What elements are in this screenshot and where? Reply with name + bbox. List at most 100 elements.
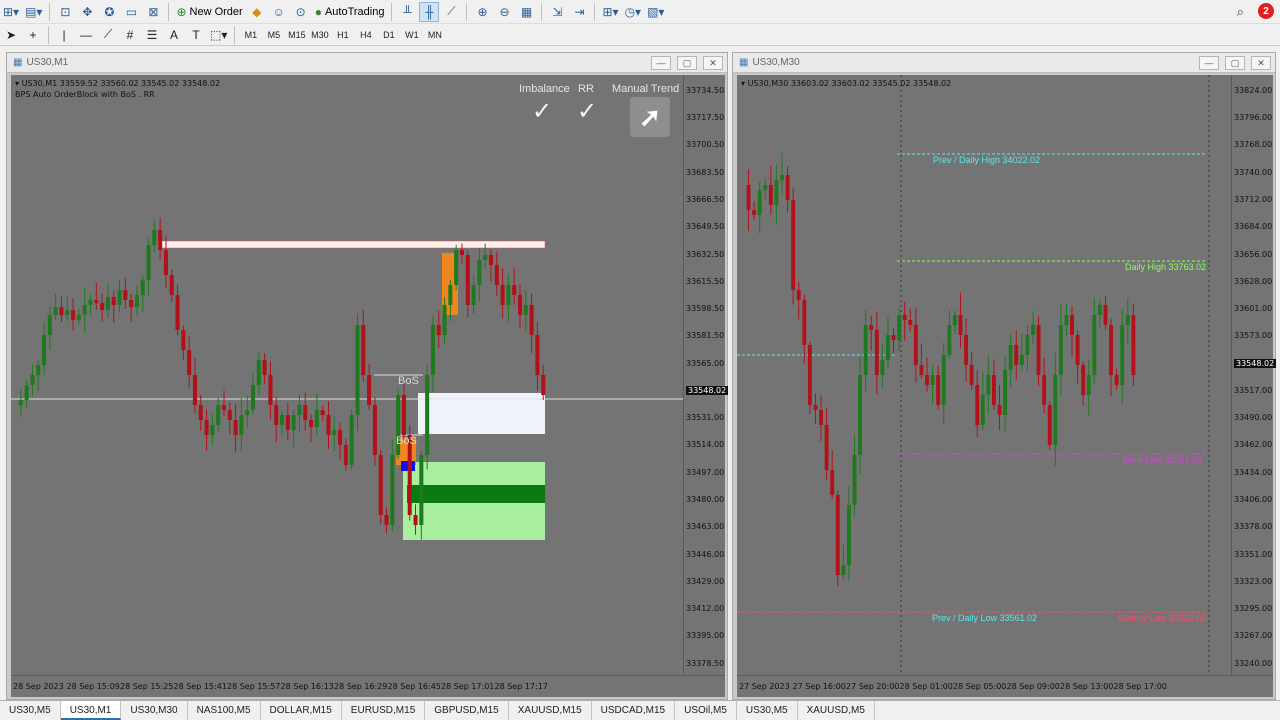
candle-body [947, 325, 952, 355]
candle-body [824, 425, 829, 470]
horizontal-line-icon[interactable]: — [76, 25, 96, 45]
candle-body [442, 305, 447, 335]
bar-chart-icon[interactable]: ╨ [397, 2, 417, 22]
candle-body [1053, 375, 1058, 445]
metaeditor-icon[interactable]: ◆ [247, 2, 267, 22]
notification-badge[interactable]: 2 [1258, 3, 1274, 19]
price-chart-area[interactable]: ▾ US30,M30 33603.02 33603.02 33545.02 33… [737, 75, 1231, 675]
close-button[interactable]: ✕ [703, 56, 723, 70]
market-watch-icon[interactable]: ⊡ [55, 2, 75, 22]
community-icon[interactable]: ☺ [269, 2, 289, 22]
tile-windows-icon[interactable]: ▦ [516, 2, 536, 22]
indicators-icon[interactable]: ⊞▾ [600, 2, 620, 22]
templates-icon[interactable]: ▧▾ [645, 2, 666, 22]
chart-tab[interactable]: XAUUSD,M5 [798, 701, 875, 720]
candle-body [969, 365, 974, 385]
price-chart-area[interactable]: ▾ US30,M1 33559.52 33560.02 33545.02 335… [11, 75, 683, 675]
price-tick-label: 33734.50 [686, 85, 725, 95]
minimize-button[interactable]: — [651, 56, 671, 70]
candle-body [419, 455, 424, 525]
terminal-icon[interactable]: ▭ [121, 2, 141, 22]
chart-tab[interactable]: US30,M5 [737, 701, 798, 720]
chart-tab[interactable]: GBPUSD,M15 [425, 701, 509, 720]
timeframe-button-m5[interactable]: M5 [262, 30, 285, 40]
timeframe-button-m15[interactable]: M15 [285, 30, 308, 40]
candle-body [274, 405, 279, 425]
imbalance-check-icon[interactable]: ✓ [532, 97, 552, 126]
shapes-icon[interactable]: ⬚▾ [208, 25, 229, 45]
chart-window-title-bar: ▦ US30,M1 — ▢ ✕ [7, 53, 727, 73]
periods-icon[interactable]: ◷▾ [623, 2, 644, 22]
timeframe-button-w1[interactable]: W1 [400, 30, 423, 40]
chart-tab[interactable]: USOil,M5 [675, 701, 737, 720]
chart-tab[interactable]: XAUUSD,M15 [509, 701, 592, 720]
manual-trend-arrow-icon[interactable]: ➚ [630, 97, 670, 137]
vertical-line-icon[interactable]: | [54, 25, 74, 45]
trendline-icon[interactable]: ⟋ [98, 25, 118, 45]
zoom-in-icon[interactable]: ⊕ [472, 2, 492, 22]
timeframe-button-h4[interactable]: H4 [354, 30, 377, 40]
candle-body [140, 280, 145, 295]
timeframe-button-m30[interactable]: M30 [308, 30, 331, 40]
zoom-out-icon[interactable]: ⊖ [494, 2, 514, 22]
chart-shift-icon[interactable]: ⇥ [569, 2, 589, 22]
crosshair-icon[interactable]: + [23, 25, 43, 45]
timeframe-button-mn[interactable]: MN [423, 30, 446, 40]
candle-body [986, 375, 991, 395]
chart-tab[interactable]: DOLLAR,M15 [261, 701, 342, 720]
data-window-icon[interactable]: ✥ [77, 2, 97, 22]
minimize-button[interactable]: — [1199, 56, 1219, 70]
cursor-icon[interactable]: ➤ [1, 25, 21, 45]
candlestick-icon[interactable]: ╫ [419, 1, 440, 22]
chart-tab[interactable]: USDCAD,M15 [592, 701, 676, 720]
candle-body [1025, 335, 1030, 355]
new-order-button[interactable]: ⊕ New Order [174, 2, 244, 22]
rr-check-icon[interactable]: ✓ [577, 97, 597, 126]
autoscroll-icon[interactable]: ⇲ [547, 2, 567, 22]
maximize-button[interactable]: ▢ [677, 56, 697, 70]
close-button[interactable]: ✕ [1251, 56, 1271, 70]
candle-body [24, 385, 29, 400]
search-icon[interactable]: ⌕ [1237, 4, 1244, 20]
channel-icon[interactable]: # [120, 25, 140, 45]
strategy-tester-icon[interactable]: ⊠ [143, 2, 163, 22]
time-tick-label: 28 Sep 05:00 [953, 682, 1007, 691]
candle-body [1031, 325, 1035, 335]
chart-window-us30-m30[interactable]: ▦ US30,M30 — ▢ ✕ ▾ US30,M30 33603.02 336… [732, 52, 1277, 700]
price-tick-label: 33434.00 [1234, 467, 1273, 477]
navigator-icon[interactable]: ✪ [99, 2, 119, 22]
maximize-button[interactable]: ▢ [1225, 56, 1245, 70]
line-chart-icon[interactable]: ⟋ [441, 2, 461, 22]
price-axis[interactable]: 33824.00 33796.00 33768.00 33740.00 33712.00… [1231, 75, 1277, 675]
toolbar-divider [541, 2, 543, 21]
profiles-icon[interactable]: ▤▾ [23, 2, 44, 22]
toolbar-divider [391, 2, 393, 21]
text-icon[interactable]: A [164, 25, 184, 45]
candle-body [774, 180, 779, 205]
candle-body [874, 330, 879, 375]
chart-tab[interactable]: US30,M5 [0, 701, 61, 720]
chart-tab[interactable]: NAS100,M5 [188, 701, 261, 720]
timeframe-button-m1[interactable]: M1 [239, 30, 262, 40]
time-axis[interactable]: 28 Sep 2023 28 Sep 15:09 28 Sep 15:25 28 Se… [11, 675, 725, 697]
time-axis[interactable]: 27 Sep 2023 27 Sep 16:00 27 Sep 20:00 28 Se… [737, 675, 1273, 697]
candle-body [1086, 375, 1091, 395]
fibonacci-icon[interactable]: ☰ [142, 25, 162, 45]
candle-body [401, 395, 406, 435]
timeframe-button-h1[interactable]: H1 [331, 30, 354, 40]
timeframe-button-d1[interactable]: D1 [377, 30, 400, 40]
signals-icon[interactable]: ⊙ [291, 2, 311, 22]
price-tick-label: 33240.00 [1234, 658, 1273, 668]
chart-window-title: US30,M30 [752, 57, 800, 68]
candle-body [326, 415, 331, 435]
manual-trend-label: Manual Trend [612, 83, 680, 95]
price-axis[interactable]: 33734.50 33717.50 33700.50 33683.50 33666.50… [683, 75, 729, 675]
price-tick-label: 33649.50 [686, 222, 725, 232]
text-label-icon[interactable]: T [186, 25, 206, 45]
chart-tab[interactable]: EURUSD,M15 [342, 701, 426, 720]
chart-tab[interactable]: US30,M1 [60, 701, 122, 720]
chart-window-us30-m1[interactable]: ▦ US30,M1 — ▢ ✕ ▾ US30,M1 33559.52 33560… [6, 52, 729, 700]
autotrading-button[interactable]: ● AutoTrading [313, 2, 387, 22]
new-chart-icon[interactable]: ⊞▾ [1, 2, 21, 22]
chart-tab[interactable]: US30,M30 [121, 701, 188, 720]
